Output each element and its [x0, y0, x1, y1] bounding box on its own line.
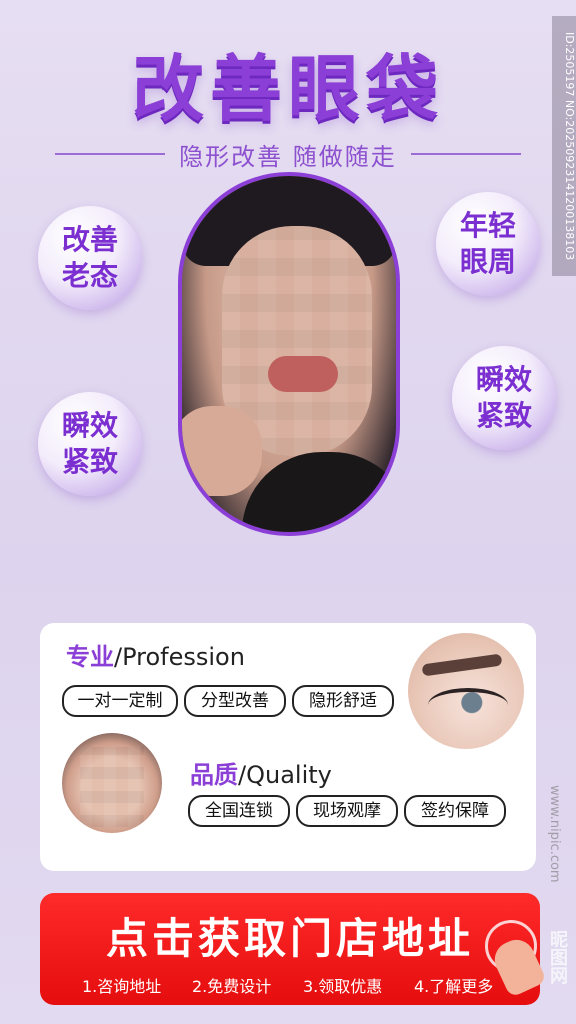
pill-custom[interactable]: 一对一定制 [62, 685, 178, 717]
hand-shape [182, 406, 262, 496]
portrait-photo [62, 733, 162, 833]
pill-chain[interactable]: 全国连锁 [188, 795, 290, 827]
quality-accent: 品质 [190, 761, 238, 789]
cta-step: 4.了解更多 [414, 977, 494, 996]
bubble-instant-firming-right: 瞬效 紧致 [452, 346, 556, 450]
bubble-line: 年轻 [459, 209, 516, 242]
model-photo [178, 172, 400, 536]
eye-photo [408, 633, 524, 749]
profession-accent: 专业 [66, 643, 114, 671]
bubble-line: 老态 [61, 259, 118, 292]
eyebrow-shape [421, 653, 503, 677]
bubble-line: 改善 [61, 223, 118, 256]
quality-heading: 品质/Quality [190, 755, 332, 790]
subtitle: 隐形改善 随做随走 [179, 142, 397, 171]
bubble-youthful-eyes: 年轻 眼周 [436, 192, 540, 296]
lips-shape [268, 356, 338, 392]
bubble-instant-firming-left: 瞬效 紧致 [38, 392, 142, 496]
subtitle-divider-left [55, 153, 166, 155]
bubble-line: 眼周 [459, 245, 516, 278]
bubble-line: 瞬效 [61, 409, 118, 442]
cta-step: 1.咨询地址 [82, 977, 162, 996]
quality-label: /Quality [238, 761, 332, 789]
store-address-button[interactable]: 点击获取门店地址 1.咨询地址 2.免费设计 3.领取优惠 4.了解更多 [40, 893, 540, 1005]
subtitle-divider-right [410, 153, 521, 155]
cta-step: 2.免费设计 [192, 977, 272, 996]
bubble-line: 瞬效 [475, 363, 532, 396]
pill-observe[interactable]: 现场观摩 [296, 795, 398, 827]
pill-guarantee[interactable]: 签约保障 [404, 795, 506, 827]
subtitle-row: 隐形改善 随做随走 [0, 136, 576, 172]
profession-label: /Profession [114, 643, 245, 671]
pill-typed[interactable]: 分型改善 [184, 685, 286, 717]
cta-label: 点击获取门店地址 [105, 914, 474, 963]
bubble-improve-aging: 改善 老态 [38, 206, 142, 310]
pill-comfort[interactable]: 隐形舒适 [292, 685, 394, 717]
profession-heading: 专业/Profession [66, 637, 245, 672]
bubble-line: 紧致 [475, 399, 532, 432]
cta-step: 3.领取优惠 [303, 977, 383, 996]
watermark-logo: 昵图网 [547, 930, 568, 984]
watermark-id: ID:2505197 NO:20250923141200138103 [552, 16, 576, 276]
eyelash-shape [428, 688, 508, 722]
shoulder-shape [242, 452, 396, 532]
page-title: 改善眼袋 [131, 47, 444, 131]
pixelated-portrait [80, 747, 144, 827]
bubble-line: 紧致 [61, 445, 118, 478]
